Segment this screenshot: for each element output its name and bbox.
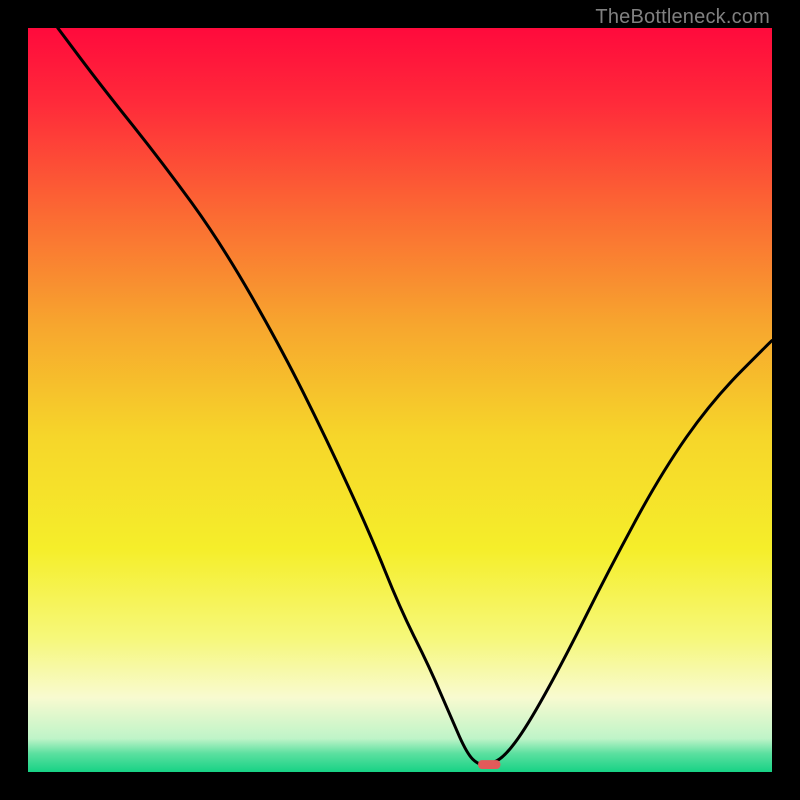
gradient-background <box>28 28 772 772</box>
plot-area <box>28 28 772 772</box>
watermark-text: TheBottleneck.com <box>595 6 770 29</box>
chart-frame: TheBottleneck.com <box>0 0 800 800</box>
bottleneck-chart <box>28 28 772 772</box>
optimal-point-marker <box>478 760 500 769</box>
